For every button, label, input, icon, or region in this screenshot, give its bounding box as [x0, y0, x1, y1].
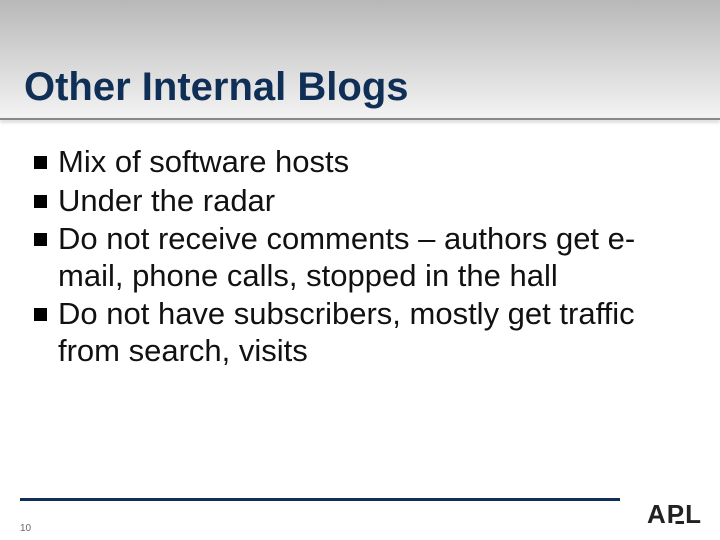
- slide: Other Internal Blogs Mix of software hos…: [0, 0, 720, 540]
- footer-rule: [20, 498, 620, 501]
- slide-content: Mix of software hosts Under the radar Do…: [0, 120, 720, 540]
- header-band: Other Internal Blogs: [0, 0, 720, 120]
- list-item: Do not receive comments – authors get e-…: [30, 221, 690, 294]
- slide-number: 10: [20, 523, 31, 534]
- bullet-list: Mix of software hosts Under the radar Do…: [30, 144, 690, 369]
- list-item: Under the radar: [30, 183, 690, 220]
- list-item: Mix of software hosts: [30, 144, 690, 181]
- list-item: Do not have subscribers, mostly get traf…: [30, 296, 690, 369]
- slide-footer: 10 APL: [0, 484, 720, 540]
- slide-title: Other Internal Blogs: [24, 65, 409, 110]
- apl-logo: APL: [647, 499, 702, 530]
